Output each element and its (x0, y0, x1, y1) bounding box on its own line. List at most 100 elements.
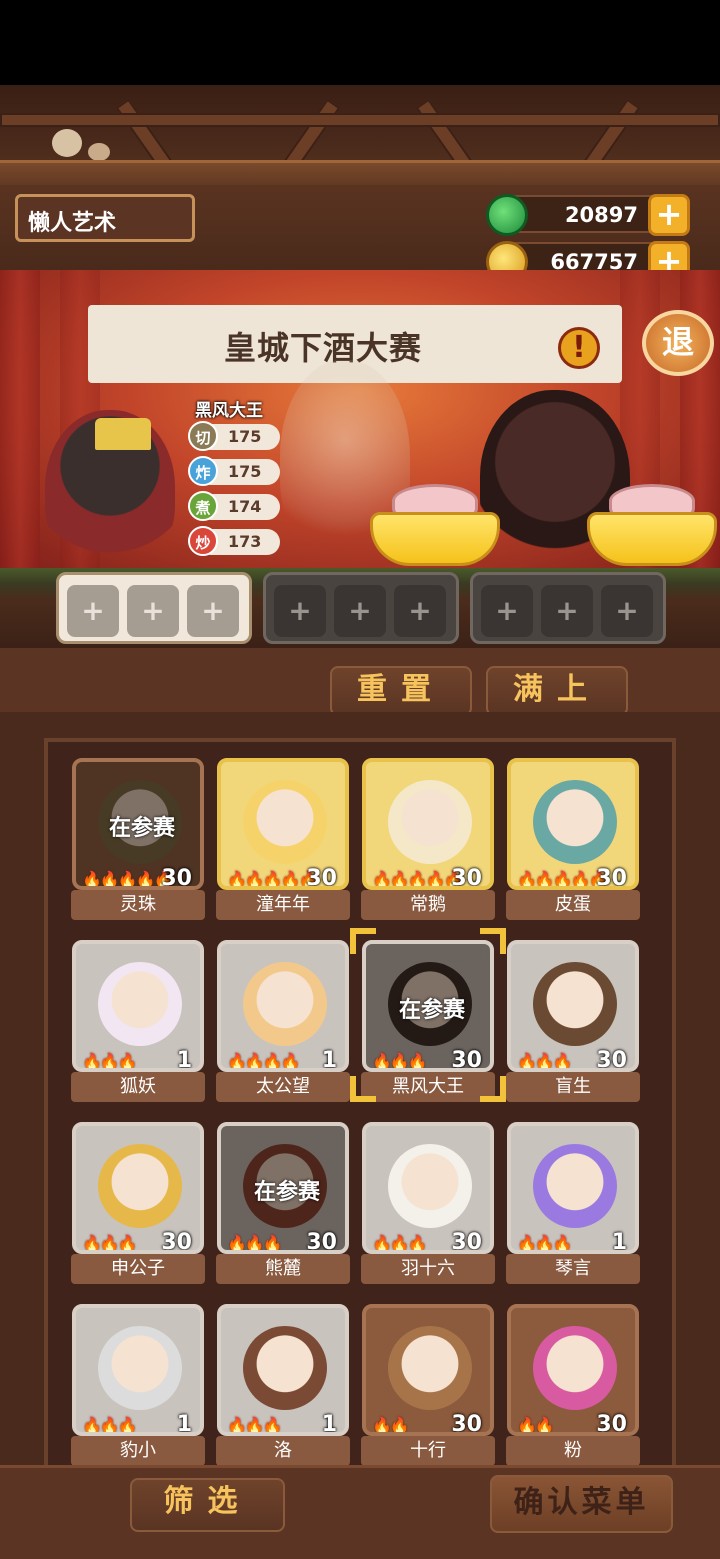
slot-group-3: + + + (470, 572, 666, 644)
add-slot-button[interactable]: + (334, 585, 386, 637)
chef-card[interactable]: 🔥🔥🔥🔥 1 太公望 (216, 940, 350, 1102)
chef-level: 1 (611, 1230, 627, 1254)
chef-avatar (533, 780, 617, 864)
exit-button[interactable]: 退 (642, 310, 714, 376)
add-slot-button[interactable]: + (274, 585, 326, 637)
selection-corner (350, 928, 376, 954)
chef-avatar (533, 1326, 617, 1410)
chef-portrait: 在参赛 🔥🔥🔥 30 (217, 1122, 349, 1254)
chef-card[interactable]: 🔥🔥🔥 1 琴言 (506, 1122, 640, 1284)
chef-name: 灵珠 (71, 890, 205, 920)
stat-fry: 炸 175 (188, 456, 280, 486)
stirfry-icon: 炒 (188, 526, 218, 556)
chef-avatar (243, 1326, 327, 1410)
jade-coin-icon (486, 194, 528, 236)
chef-portrait: 🔥🔥🔥 30 (507, 940, 639, 1072)
chef-avatar (533, 962, 617, 1046)
chef-card[interactable]: 🔥🔥🔥 30 盲生 (506, 940, 640, 1102)
flame-rating-icon: 🔥🔥🔥 (227, 1416, 283, 1435)
chef-portrait: 🔥🔥🔥 1 (72, 940, 204, 1072)
chef-avatar (388, 780, 472, 864)
chef-card[interactable]: 🔥🔥🔥 1 狐妖 (71, 940, 205, 1102)
add-jade-button[interactable]: + (648, 194, 690, 236)
chef-name: 十行 (361, 1436, 495, 1466)
chef-level: 1 (321, 1412, 337, 1436)
chef-card[interactable]: 在参赛 🔥🔥🔥🔥🔥 30 灵珠 (71, 758, 205, 920)
chef-portrait: 🔥🔥🔥 1 (507, 1122, 639, 1254)
chef-name: 狐妖 (71, 1072, 205, 1102)
fill-button[interactable]: 满上 (486, 666, 628, 716)
chef-level: 30 (451, 1230, 482, 1254)
in-play-label: 在参赛 (108, 816, 175, 841)
confirm-menu-button[interactable]: 确认菜单 (490, 1475, 673, 1533)
chef-name: 粉 (506, 1436, 640, 1466)
chef-name: 豹小 (71, 1436, 205, 1466)
chef-name: 常鹅 (361, 890, 495, 920)
cut-icon: 切 (188, 421, 218, 451)
chef-portrait: 🔥🔥🔥 30 (362, 1122, 494, 1254)
add-slot-button[interactable]: + (67, 585, 119, 637)
chef-card[interactable]: 🔥🔥🔥 30 申公子 (71, 1122, 205, 1284)
dish-pot-2[interactable] (587, 484, 717, 566)
chef-avatar (243, 780, 327, 864)
chef-name: 洛 (216, 1436, 350, 1466)
dish-pot-1[interactable] (370, 484, 500, 566)
flame-rating-icon: 🔥🔥🔥 (372, 1234, 428, 1253)
chef-level: 1 (321, 1048, 337, 1072)
flame-rating-icon: 🔥🔥🔥 (82, 1234, 138, 1253)
nest-icon (88, 143, 110, 161)
chef-avatar (388, 1326, 472, 1410)
chef-card[interactable]: 🔥🔥🔥🔥🔥 30 皮蛋 (506, 758, 640, 920)
add-slot-button[interactable]: + (601, 585, 653, 637)
chef-portrait: 🔥🔥🔥🔥🔥 30 (507, 758, 639, 890)
chef-card[interactable]: 🔥🔥 30 粉 (506, 1304, 640, 1466)
chef-card[interactable]: 🔥🔥 30 十行 (361, 1304, 495, 1466)
reset-button[interactable]: 重置 (330, 666, 472, 716)
info-icon[interactable]: ! (558, 327, 600, 369)
chef-portrait: 🔥🔥 30 (362, 1304, 494, 1436)
chef-portrait: 🔥🔥 30 (507, 1304, 639, 1436)
chef-card[interactable]: 🔥🔥🔥 1 豹小 (71, 1304, 205, 1466)
featured-chef-name: 黑风大王 (195, 401, 263, 421)
chef-card[interactable]: 🔥🔥🔥 30 羽十六 (361, 1122, 495, 1284)
chef-avatar (533, 1144, 617, 1228)
add-slot-button[interactable]: + (127, 585, 179, 637)
chef-card[interactable]: 在参赛 🔥🔥🔥 30 黑风大王 (361, 940, 495, 1102)
flame-rating-icon: 🔥🔥🔥 (372, 1052, 428, 1071)
chef-card[interactable]: 🔥🔥🔥🔥🔥 30 常鹅 (361, 758, 495, 920)
filter-button[interactable]: 筛选 (130, 1478, 285, 1532)
stat-stirfry: 炒 173 (188, 526, 280, 556)
chef-name: 熊麓 (216, 1254, 350, 1284)
chef-portrait: 🔥🔥🔥🔥 1 (217, 940, 349, 1072)
chef-level: 30 (161, 866, 192, 890)
chef-card[interactable]: 🔥🔥🔥 1 洛 (216, 1304, 350, 1466)
chef-level: 30 (451, 1048, 482, 1072)
add-slot-button[interactable]: + (394, 585, 446, 637)
flame-rating-icon: 🔥🔥🔥🔥🔥 (82, 870, 174, 889)
player-name-plate[interactable]: 懒人艺术 (15, 194, 195, 242)
add-slot-button[interactable]: + (187, 585, 239, 637)
chef-name: 申公子 (71, 1254, 205, 1284)
selection-corner (480, 928, 506, 954)
flame-rating-icon: 🔥🔥 (517, 1416, 555, 1435)
jade-currency: 20897 + (486, 194, 690, 236)
chef-avatar (388, 1144, 472, 1228)
chef-card[interactable]: 🔥🔥🔥🔥🔥 30 潼年年 (216, 758, 350, 920)
selection-corner (480, 1076, 506, 1102)
chef-level: 30 (596, 866, 627, 890)
add-slot-button[interactable]: + (541, 585, 593, 637)
chef-portrait: 🔥🔥🔥 1 (217, 1304, 349, 1436)
chef-level: 30 (451, 1412, 482, 1436)
chef-card[interactable]: 在参赛 🔥🔥🔥 30 熊麓 (216, 1122, 350, 1284)
flame-rating-icon: 🔥🔥🔥🔥🔥 (227, 870, 319, 889)
chef-portrait: 🔥🔥🔥🔥🔥 30 (362, 758, 494, 890)
chef-portrait: 🔥🔥🔥🔥🔥 30 (217, 758, 349, 890)
event-title: 皇城下酒大赛 (223, 329, 422, 367)
chef-level: 1 (176, 1412, 192, 1436)
add-slot-button[interactable]: + (481, 585, 533, 637)
chef-level: 30 (306, 1230, 337, 1254)
chef-portrait: 在参赛 🔥🔥🔥 30 (362, 940, 494, 1072)
chef-level: 1 (176, 1048, 192, 1072)
chef-level: 30 (596, 1048, 627, 1072)
jade-value: 20897 (564, 203, 638, 227)
